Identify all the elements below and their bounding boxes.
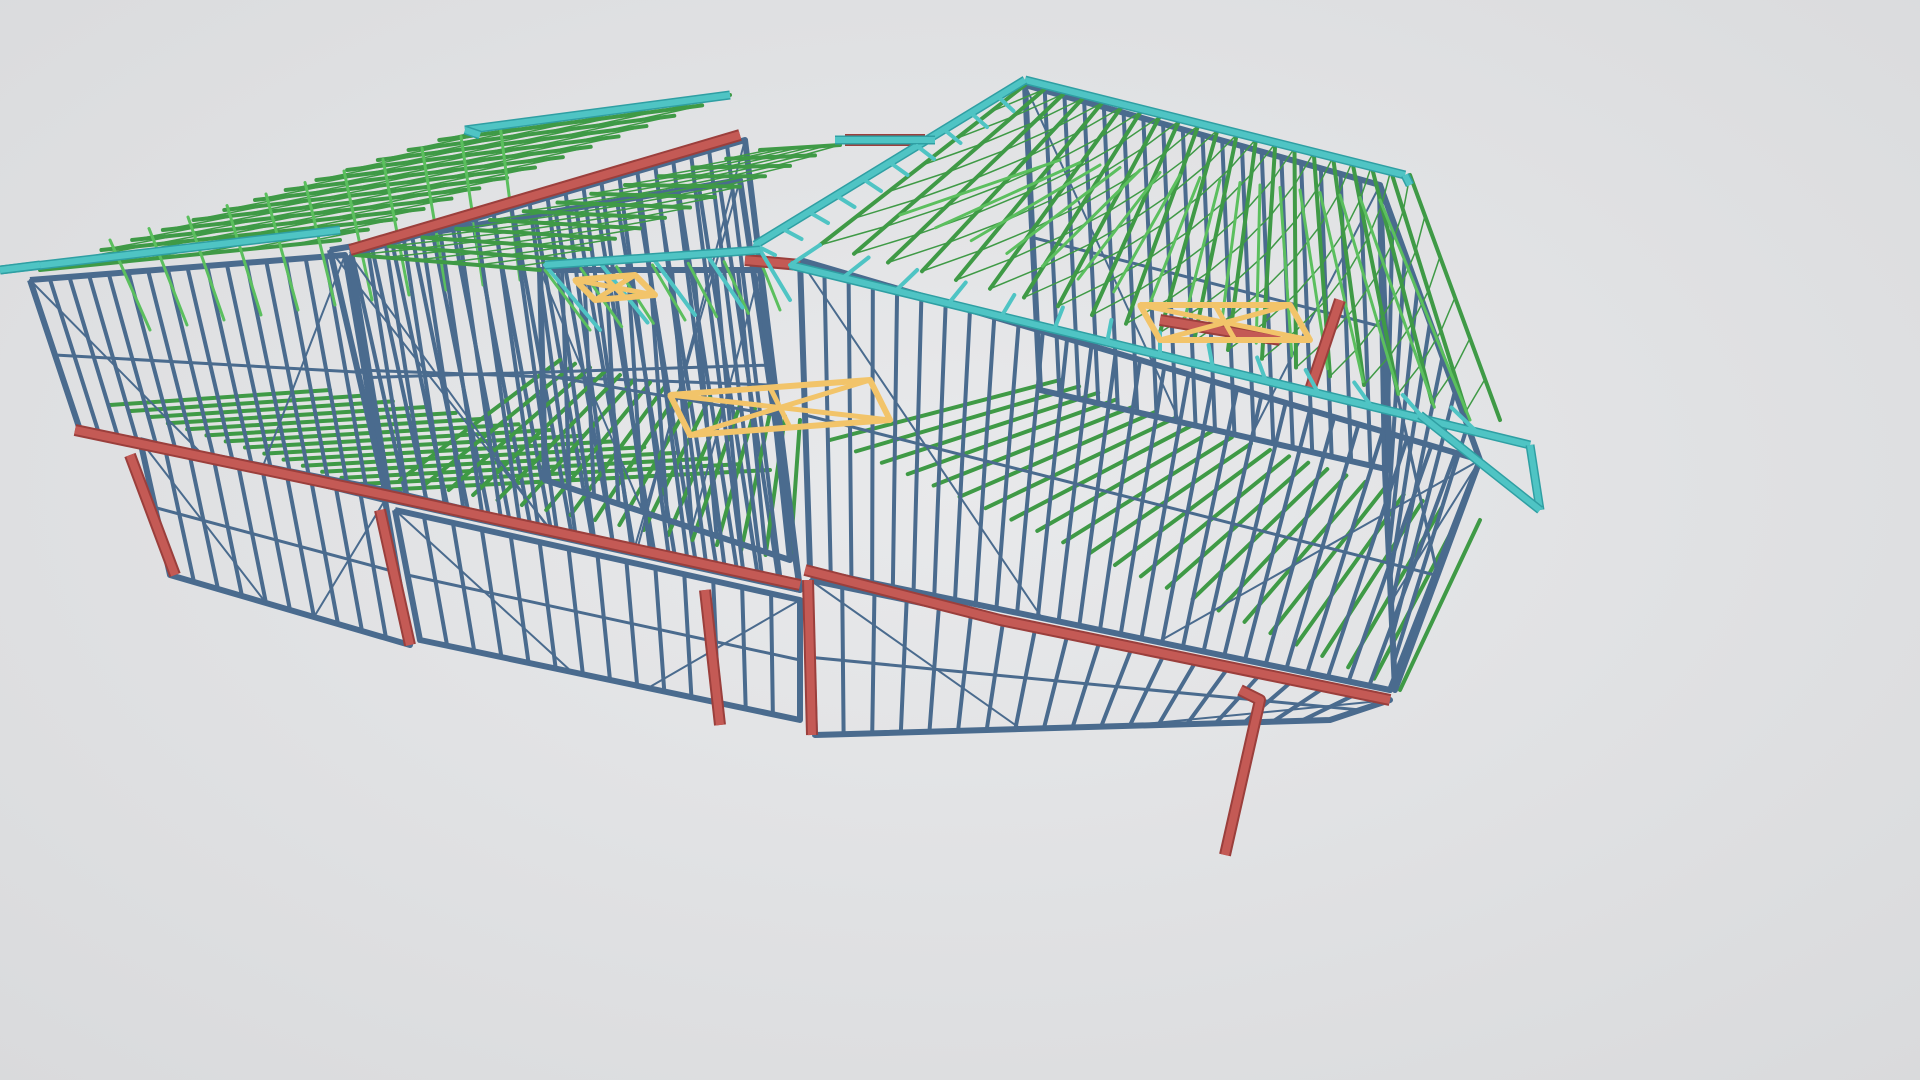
steel-frame-model-render [0, 0, 1920, 1080]
frame-member [804, 579, 816, 736]
model-viewport[interactable] [0, 0, 1920, 1080]
